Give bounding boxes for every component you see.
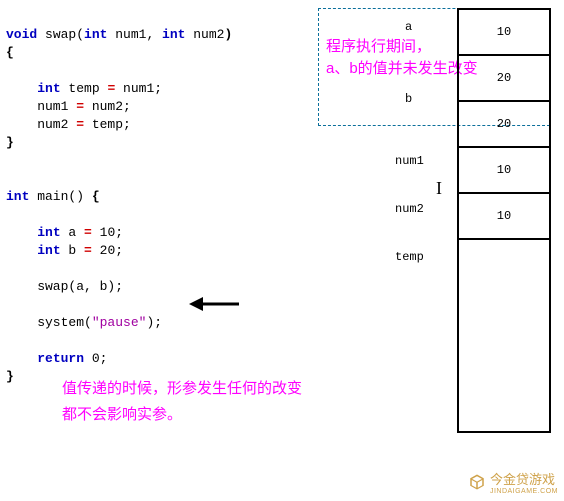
t: num2; xyxy=(84,99,131,114)
watermark-logo: 今金贷游戏 JINDAIGAME.COM xyxy=(468,469,558,495)
t xyxy=(6,81,37,96)
brace: } xyxy=(6,135,14,150)
brace: { xyxy=(6,45,14,60)
annot-line: 程序执行期间， xyxy=(326,36,478,58)
brace: } xyxy=(6,369,14,384)
t: swap(a, b); xyxy=(6,279,123,294)
cell-a: 10 xyxy=(457,8,551,56)
logo-sub: JINDAIGAME.COM xyxy=(490,488,558,495)
cell-num2: 10 xyxy=(457,146,551,194)
code-block: void swap(int num1, int num2) { int temp… xyxy=(6,8,232,386)
t: 0; xyxy=(84,351,107,366)
paren: ) xyxy=(224,27,232,42)
kw-return: return xyxy=(37,351,84,366)
t: num2 xyxy=(185,27,224,42)
label-b: b xyxy=(405,92,412,106)
cell-temp: 10 xyxy=(457,192,551,240)
annotation-top: 程序执行期间， a、b的值并未发生改变 xyxy=(326,36,478,80)
annot-line: a、b的值并未发生改变 xyxy=(326,58,478,80)
t: swap( xyxy=(37,27,84,42)
kw-int: int xyxy=(162,27,185,42)
str: "pause" xyxy=(92,315,147,330)
label-num1: num1 xyxy=(395,154,424,168)
kw-int: int xyxy=(37,225,60,240)
t: num1 xyxy=(6,99,76,114)
kw-int: int xyxy=(84,27,107,42)
t: a xyxy=(61,225,84,240)
t: num2 xyxy=(6,117,76,132)
t: temp xyxy=(61,81,108,96)
t: temp; xyxy=(84,117,131,132)
kw-void: void xyxy=(6,27,37,42)
text-cursor-icon: I xyxy=(436,178,442,199)
annot-line: 都不会影响实参。 xyxy=(62,402,302,428)
t: num1, xyxy=(107,27,162,42)
brace: { xyxy=(92,189,100,204)
kw-int: int xyxy=(37,243,60,258)
eq: = xyxy=(76,117,84,132)
cube-icon xyxy=(468,473,486,491)
label-num2: num2 xyxy=(395,202,424,216)
kw-int: int xyxy=(37,81,60,96)
t xyxy=(6,243,37,258)
t: b xyxy=(61,243,84,258)
memory-table: 10 20 20 10 10 xyxy=(457,10,551,433)
annot-line: 值传递的时候，形参发生任何的改变 xyxy=(62,376,302,402)
eq: = xyxy=(84,243,92,258)
label-a: a xyxy=(405,20,412,34)
t: 20; xyxy=(92,243,123,258)
cell-b: 20 xyxy=(457,54,551,102)
annotation-bottom: 值传递的时候，形参发生任何的改变 都不会影响实参。 xyxy=(62,376,302,428)
kw-int: int xyxy=(6,189,29,204)
cell-empty xyxy=(457,238,551,433)
t: ); xyxy=(146,315,162,330)
t xyxy=(6,351,37,366)
eq: = xyxy=(84,225,92,240)
arrow-left-icon xyxy=(187,294,241,314)
cell-num1: 20 xyxy=(457,100,551,148)
t: main() xyxy=(29,189,91,204)
label-temp: temp xyxy=(395,250,424,264)
t: 10; xyxy=(92,225,123,240)
logo-text: 今金贷游戏 xyxy=(490,469,558,488)
t xyxy=(6,225,37,240)
t: system( xyxy=(6,315,92,330)
eq: = xyxy=(76,99,84,114)
t: num1; xyxy=(115,81,162,96)
